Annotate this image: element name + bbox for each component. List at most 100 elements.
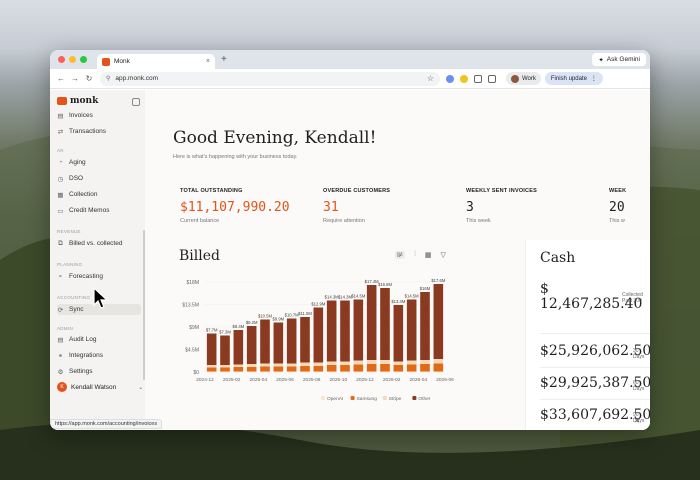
sidebar-item-transactions[interactable]: ⇄ Transactions	[57, 126, 141, 137]
sidebar-item-label: Billed vs. collected	[69, 240, 123, 247]
sidebar-item-label: Forecasting	[69, 273, 103, 280]
ask-gemini-label: Ask Gemini	[606, 56, 640, 63]
back-icon[interactable]: ←	[54, 74, 68, 83]
sidebar-item-dso[interactable]: ◷ DSO	[57, 173, 141, 184]
sidebar-item-billed-vs-collected[interactable]: ⧉ Billed vs. collected	[57, 238, 141, 249]
sidebar-item-aging[interactable]: ◔ Aging	[57, 157, 141, 168]
minimize-window-button[interactable]	[69, 56, 76, 63]
cash-row[interactable]: $29,925,387.50 60 Days	[540, 370, 650, 400]
reload-icon[interactable]: ↻	[82, 74, 96, 83]
bar-data-label: $13.4M	[391, 299, 405, 304]
sidebar-item-credit-memos[interactable]: ▭ Credit Memos	[57, 205, 141, 216]
invoices-icon: ▤	[57, 112, 64, 120]
extension-yellow-icon[interactable]	[460, 74, 468, 83]
bar-segment-samsung	[380, 364, 390, 372]
sidebar-item-forecasting[interactable]: ⌕ Forecasting	[57, 271, 141, 282]
sidebar-item-label: Credit Memos	[69, 207, 110, 214]
bar-segment-other	[393, 305, 404, 362]
group-planning: PLANNING	[57, 262, 83, 267]
bar-segment-samsung	[393, 365, 404, 372]
bar-segment-stripe	[380, 360, 390, 364]
cash-period: 30 Days	[633, 348, 645, 360]
bar-data-label: $7.7M	[206, 328, 218, 333]
ask-gemini-button[interactable]: ✦ Ask Gemini	[592, 53, 646, 66]
sidebar-item-integrations[interactable]: ⚭ Integrations	[57, 350, 141, 361]
maximize-window-button[interactable]	[80, 56, 87, 63]
sidebar-item-invoices[interactable]: ▤ Invoices	[57, 110, 141, 121]
billed-chart: $18M $13.5M $9M $4.5M $0 $7.7M $7.3M$8.4M$9.2M…	[182, 278, 454, 402]
url-input[interactable]: ⚲ app.monk.com ☆	[100, 71, 440, 86]
cash-amount: $ 12,467,285.40	[540, 281, 643, 312]
close-bar-icon[interactable]: ✕	[634, 417, 640, 425]
close-window-button[interactable]	[58, 56, 65, 63]
legend-swatch	[350, 396, 355, 400]
browser-window: Monk × + ✦ Ask Gemini ← → ↻ ⚲ app.monk.c…	[50, 50, 650, 430]
y-tick-label: $4.5M	[185, 348, 199, 354]
y-tick-label: $18M	[186, 280, 199, 286]
kpi-label: WEEK	[609, 188, 627, 194]
sidebar-item-collection[interactable]: ▦ Collection	[57, 189, 141, 200]
cash-card: Cash $ 12,467,285.40 Collected Past 300 …	[525, 240, 650, 430]
group-revenue: REVENUE	[57, 229, 81, 234]
bar-segment-stripe	[233, 364, 244, 367]
bar-segment-other	[246, 326, 257, 364]
finish-update-button[interactable]: Finish update ⋮	[544, 72, 603, 85]
bar-segment-openai	[366, 371, 377, 372]
filter-icon[interactable]: ▽	[440, 251, 445, 259]
forward-icon[interactable]: →	[68, 74, 82, 83]
kpi-total-outstanding[interactable]: TOTAL OUTSTANDING $11,107,990.20 Current…	[180, 188, 290, 224]
window-controls	[58, 56, 87, 63]
app-logo[interactable]: monk	[57, 96, 98, 106]
table-view-icon[interactable]: ▦	[425, 251, 432, 259]
line-chart-view-icon[interactable]: ⫶	[414, 251, 416, 259]
side-panel-icon[interactable]	[488, 74, 496, 83]
user-menu[interactable]: K Kendall Watson ⌄	[57, 382, 143, 392]
sidebar-item-label: Transactions	[69, 128, 106, 135]
bar-segment-other	[340, 300, 350, 362]
new-tab-button[interactable]: +	[221, 54, 227, 65]
bar-segment-samsung	[273, 366, 284, 372]
bar-segment-other	[260, 319, 270, 364]
sidebar-item-label: Invoices	[69, 112, 93, 119]
status-bar-url: https://app.monk.com/accounting/invoices	[50, 419, 163, 429]
settings-gear-icon: ⚙	[57, 368, 64, 376]
bar-segment-openai	[300, 371, 310, 372]
credit-memos-icon: ▭	[57, 207, 64, 215]
legend-swatch	[321, 396, 325, 400]
cash-row[interactable]: $33,607,692.50 90 Days	[540, 402, 650, 430]
tab-monk[interactable]: Monk ×	[97, 54, 215, 69]
bar-segment-stripe	[406, 360, 417, 365]
x-tick-label: 2025-08	[303, 377, 321, 383]
cash-row[interactable]: $ 12,467,285.40 Collected Past 300	[540, 282, 650, 334]
profile-button[interactable]: Work	[506, 72, 541, 85]
tab-title: Monk	[114, 58, 130, 65]
bar-segment-other	[366, 285, 377, 360]
bookmark-star-icon[interactable]: ☆	[427, 74, 434, 83]
chevron-down-icon: ⌄	[138, 384, 144, 391]
extensions-puzzle-icon[interactable]	[474, 74, 482, 83]
kpi-value: 31	[323, 200, 339, 215]
bar-segment-openai	[286, 371, 297, 372]
bar-segment-samsung	[420, 364, 430, 372]
bar-segment-samsung	[220, 367, 230, 372]
bar-segment-openai	[273, 371, 284, 372]
bar-segment-openai	[246, 371, 257, 372]
bar-segment-other	[406, 299, 417, 361]
bar-segment-stripe	[313, 362, 324, 366]
bar-data-label: $7.3M	[219, 330, 231, 335]
bar-chart-view-icon[interactable]: ⊯	[395, 251, 406, 259]
sidebar-item-label: Audit Log	[69, 336, 97, 343]
collapse-sidebar-icon[interactable]	[132, 98, 140, 106]
tab-close-icon[interactable]: ×	[206, 58, 210, 65]
kpi-caption: Current balance	[180, 218, 220, 224]
sidebar-item-audit-log[interactable]: ▤ Audit Log	[57, 334, 141, 345]
cash-row[interactable]: $25,926,062.50 30 Days	[540, 338, 650, 368]
sidebar-item-settings[interactable]: ⚙ Settings	[57, 366, 141, 377]
site-info-icon[interactable]: ⚲	[106, 75, 110, 82]
kpi-weekly-truncated[interactable]: WEEK 20 This w	[609, 188, 626, 224]
kpi-overdue-customers[interactable]: OVERDUE CUSTOMERS 31 Require attention	[323, 188, 390, 224]
extension-blue-icon[interactable]	[446, 74, 454, 83]
kpi-weekly-sent-invoices[interactable]: WEEKLY SENT INVOICES 3 This week	[466, 188, 537, 224]
profile-avatar	[511, 74, 519, 83]
address-bar: ← → ↻ ⚲ app.monk.com ☆ Work Finish updat…	[50, 69, 650, 89]
